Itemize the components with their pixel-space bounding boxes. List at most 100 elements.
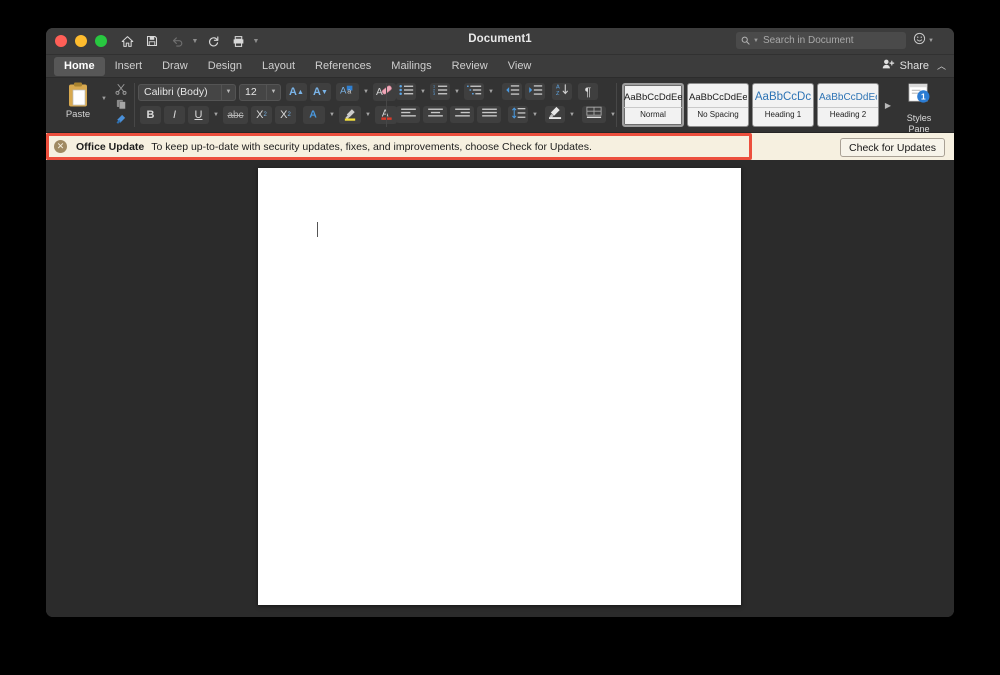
style-heading-2[interactable]: AaBbCcDdEe Heading 2 bbox=[817, 83, 879, 127]
styles-pane-label-1: Styles bbox=[907, 113, 932, 123]
feedback-button[interactable]: ▼ bbox=[913, 32, 934, 50]
align-left-button[interactable] bbox=[396, 106, 420, 123]
tab-references[interactable]: References bbox=[305, 57, 381, 76]
title-bar: ▼ ▼ Document1 ▼ Search in Document ▼ bbox=[46, 28, 954, 55]
decrease-indent-button[interactable] bbox=[502, 83, 522, 100]
strikethrough-button[interactable]: abc bbox=[223, 106, 248, 124]
sort-button[interactable]: AZ bbox=[552, 83, 572, 100]
bullet-list-dropdown-icon[interactable]: ▼ bbox=[419, 89, 427, 95]
font-size-value: 12 bbox=[245, 86, 257, 98]
shading-dropdown-icon[interactable]: ▼ bbox=[568, 112, 576, 118]
numbered-list-button[interactable]: 123 bbox=[430, 83, 450, 100]
tab-design[interactable]: Design bbox=[198, 57, 252, 76]
share-label: Share bbox=[900, 60, 929, 72]
notification-title: Office Update bbox=[76, 141, 144, 153]
shrink-font-label: A bbox=[313, 86, 321, 98]
paste-dropdown-icon[interactable]: ▼ bbox=[101, 96, 107, 102]
underline-label: U bbox=[195, 109, 203, 121]
italic-button[interactable]: I bbox=[164, 106, 185, 124]
svg-text:a: a bbox=[347, 87, 351, 96]
superscript-button[interactable]: X2 bbox=[275, 106, 296, 124]
text-effects-icon: A bbox=[307, 107, 321, 124]
tab-view[interactable]: View bbox=[498, 57, 542, 76]
search-placeholder: Search in Document bbox=[763, 35, 854, 46]
svg-text:A: A bbox=[376, 87, 383, 98]
group-divider bbox=[386, 83, 387, 127]
tab-layout[interactable]: Layout bbox=[252, 57, 305, 76]
shrink-font-button[interactable]: A▼ bbox=[310, 83, 331, 101]
paintbrush-icon[interactable] bbox=[112, 112, 130, 126]
word-window: ▼ ▼ Document1 ▼ Search in Document ▼ bbox=[46, 28, 954, 617]
text-effects-button[interactable]: A bbox=[303, 106, 325, 124]
check-for-updates-button[interactable]: Check for Updates bbox=[840, 138, 945, 157]
styles-pane-badge: 1 bbox=[920, 92, 925, 102]
grow-font-button[interactable]: A▲ bbox=[286, 83, 307, 101]
line-spacing-dropdown-icon[interactable]: ▼ bbox=[531, 112, 539, 118]
tab-draw[interactable]: Draw bbox=[152, 57, 198, 76]
justify-icon bbox=[482, 106, 497, 124]
document-page[interactable] bbox=[258, 168, 741, 605]
sort-az-icon: AZ bbox=[555, 83, 570, 101]
tab-review[interactable]: Review bbox=[442, 57, 498, 76]
copy-icon[interactable] bbox=[112, 97, 130, 111]
show-marks-button[interactable]: ¶ bbox=[578, 83, 598, 100]
chevron-up-icon[interactable]: ︿ bbox=[937, 59, 946, 72]
svg-text:3: 3 bbox=[433, 92, 435, 96]
justify-button[interactable] bbox=[477, 106, 501, 123]
styles-pane-button[interactable]: 1 Styles Pane bbox=[897, 83, 941, 134]
ribbon-tab-bar: Home Insert Draw Design Layout Reference… bbox=[46, 55, 954, 77]
tab-insert[interactable]: Insert bbox=[105, 57, 153, 76]
text-effects-dropdown-icon[interactable]: ▼ bbox=[328, 112, 336, 118]
scissors-icon[interactable] bbox=[112, 82, 130, 96]
align-center-button[interactable] bbox=[423, 106, 447, 123]
font-size-dropdown-icon[interactable]: ▼ bbox=[266, 85, 280, 100]
line-spacing-button[interactable] bbox=[508, 106, 528, 123]
text-cursor bbox=[317, 222, 318, 237]
superscript-label: X bbox=[280, 109, 287, 121]
clipboard-icon bbox=[56, 82, 100, 108]
tab-mailings[interactable]: Mailings bbox=[381, 57, 441, 76]
search-scope-dropdown-icon[interactable]: ▼ bbox=[753, 38, 759, 44]
clipboard-group: Paste ▼ bbox=[46, 78, 132, 132]
font-name-combobox[interactable]: Calibri (Body) ▼ bbox=[138, 84, 236, 101]
multilevel-list-dropdown-icon[interactable]: ▼ bbox=[487, 89, 495, 95]
share-button[interactable]: Share ︿ bbox=[882, 58, 946, 73]
clipboard-small-buttons bbox=[112, 82, 130, 126]
svg-text:A: A bbox=[309, 108, 317, 120]
tab-home[interactable]: Home bbox=[54, 57, 105, 76]
increase-indent-icon bbox=[528, 83, 543, 101]
style-normal[interactable]: AaBbCcDdEe Normal bbox=[622, 83, 684, 127]
shading-button[interactable] bbox=[545, 106, 565, 123]
bold-button[interactable]: B bbox=[140, 106, 161, 124]
paste-button[interactable]: Paste bbox=[56, 82, 100, 120]
underline-dropdown-icon[interactable]: ▼ bbox=[212, 112, 220, 118]
highlight-color-button[interactable] bbox=[339, 106, 361, 124]
paste-label: Paste bbox=[56, 109, 100, 120]
search-input[interactable]: ▼ Search in Document bbox=[736, 32, 906, 49]
font-size-combobox[interactable]: 12 ▼ bbox=[239, 84, 281, 101]
change-case-dropdown-icon[interactable]: ▼ bbox=[362, 89, 370, 95]
borders-button[interactable] bbox=[582, 106, 606, 123]
smiley-icon bbox=[913, 32, 926, 50]
style-heading-1[interactable]: AaBbCcDc Heading 1 bbox=[752, 83, 814, 127]
gallery-more-icon[interactable]: ▶ bbox=[882, 83, 894, 127]
change-case-button[interactable]: Aa bbox=[336, 83, 359, 101]
shading-icon bbox=[548, 106, 563, 124]
multilevel-list-button[interactable] bbox=[464, 83, 484, 100]
close-circle-icon[interactable]: ✕ bbox=[54, 140, 67, 153]
numbered-list-dropdown-icon[interactable]: ▼ bbox=[453, 89, 461, 95]
increase-indent-button[interactable] bbox=[525, 83, 545, 100]
decrease-indent-icon bbox=[505, 83, 520, 101]
subscript-button[interactable]: X2 bbox=[251, 106, 272, 124]
highlight-color-dropdown-icon[interactable]: ▼ bbox=[364, 112, 372, 118]
styles-pane-icon: 1 bbox=[907, 83, 932, 112]
style-no-spacing[interactable]: AaBbCcDdEe No Spacing bbox=[687, 83, 749, 127]
bullet-list-icon bbox=[399, 83, 414, 101]
font-name-dropdown-icon[interactable]: ▼ bbox=[221, 85, 235, 100]
document-area[interactable] bbox=[46, 160, 954, 617]
underline-button[interactable]: U bbox=[188, 106, 209, 124]
feedback-dropdown-icon[interactable]: ▼ bbox=[928, 38, 934, 44]
bullet-list-button[interactable] bbox=[396, 83, 416, 100]
align-right-button[interactable] bbox=[450, 106, 474, 123]
paragraph-group: ▼ 123 ▼ ▼ bbox=[392, 78, 632, 132]
